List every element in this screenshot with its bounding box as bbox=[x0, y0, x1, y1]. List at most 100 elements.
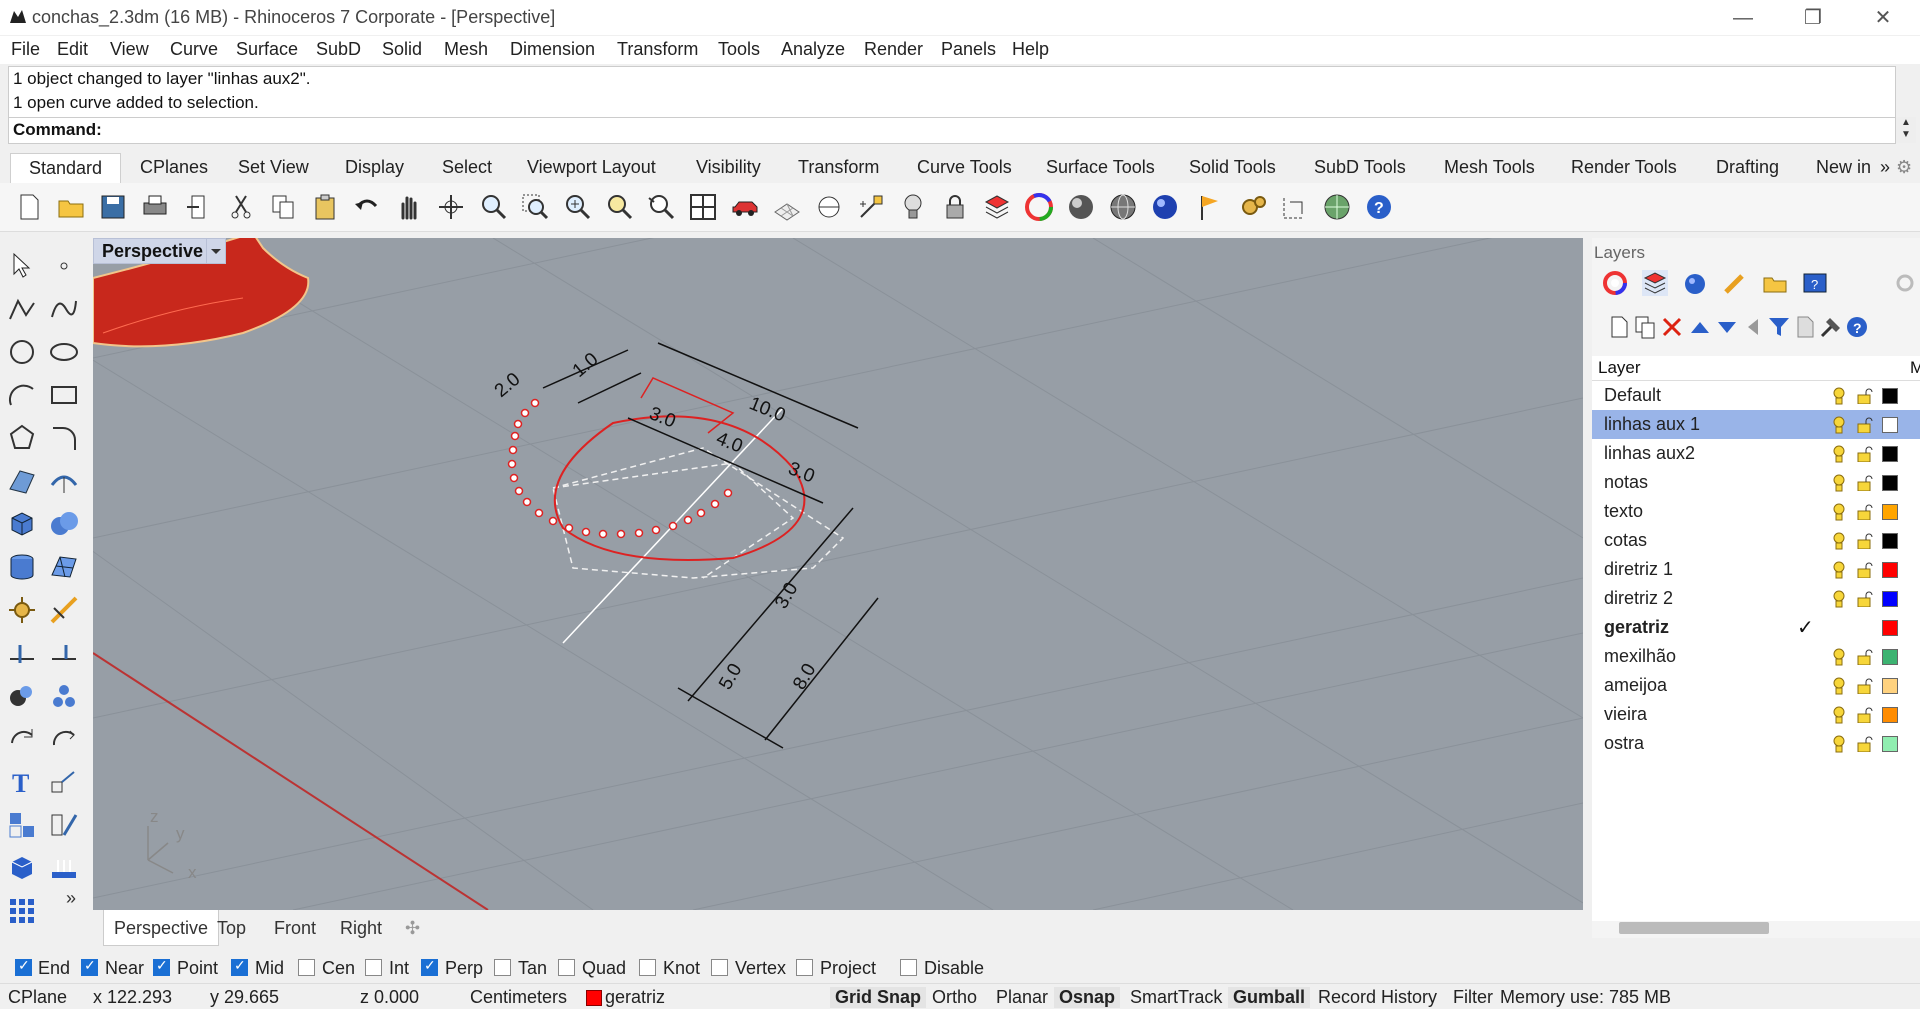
grid-menu-icon[interactable] bbox=[6, 895, 38, 927]
perspective-viewport[interactable]: 10.0 1.0 2.0 3.0 4.0 3.0 3.0 5.0 8.0 z y… bbox=[93, 238, 1583, 910]
layer-column-header[interactable]: Layer bbox=[1598, 358, 1641, 378]
add-viewport-icon[interactable]: ✣ bbox=[405, 918, 420, 939]
menu-transform[interactable]: Transform bbox=[617, 39, 698, 60]
layer-color-swatch[interactable] bbox=[1882, 562, 1898, 578]
grid-plane-icon[interactable] bbox=[772, 192, 802, 222]
unlocked-icon[interactable] bbox=[1857, 388, 1873, 404]
cut-icon[interactable] bbox=[226, 192, 256, 222]
copy-icon[interactable] bbox=[268, 192, 298, 222]
expand-tools-icon[interactable]: » bbox=[66, 888, 76, 909]
layer-color-swatch[interactable] bbox=[1882, 591, 1898, 607]
box-icon[interactable] bbox=[6, 508, 38, 540]
osnap-perp-checkbox[interactable] bbox=[421, 957, 438, 976]
unlocked-icon[interactable] bbox=[1857, 446, 1873, 462]
osnap-perp-label[interactable]: Perp bbox=[445, 958, 483, 979]
viewport-tab-front[interactable]: Front bbox=[274, 918, 316, 939]
layer-row[interactable]: ameijoa bbox=[1592, 671, 1920, 700]
layer-row[interactable]: linhas aux2 bbox=[1592, 439, 1920, 468]
print-icon[interactable] bbox=[140, 192, 170, 222]
flag-icon[interactable] bbox=[1196, 192, 1226, 222]
new-file-icon[interactable] bbox=[14, 192, 44, 222]
osnap-near-checkbox[interactable] bbox=[81, 957, 98, 976]
point-icon[interactable] bbox=[48, 250, 80, 282]
help-icon[interactable]: ? bbox=[1364, 192, 1394, 222]
menu-view[interactable]: View bbox=[110, 39, 149, 60]
zoom-icon[interactable] bbox=[478, 192, 508, 222]
tab-subd-tools[interactable]: SubD Tools bbox=[1314, 157, 1406, 178]
layer-row[interactable]: cotas bbox=[1592, 526, 1920, 555]
distance-icon[interactable] bbox=[814, 192, 844, 222]
polyline-icon[interactable] bbox=[6, 293, 38, 325]
tab-cplanes[interactable]: CPlanes bbox=[140, 157, 208, 178]
rotate-icon[interactable] bbox=[6, 723, 38, 755]
tab-new-in[interactable]: New in bbox=[1816, 157, 1871, 178]
layer-name[interactable]: ameijoa bbox=[1604, 675, 1667, 696]
layers-horizontal-scrollbar[interactable] bbox=[1619, 922, 1769, 934]
restore-button[interactable]: ❐ bbox=[1790, 4, 1836, 32]
menu-panels[interactable]: Panels bbox=[941, 39, 996, 60]
units-indicator[interactable]: Centimeters bbox=[470, 987, 567, 1008]
menu-file[interactable]: File bbox=[11, 39, 40, 60]
trim-icon[interactable] bbox=[48, 594, 80, 626]
panel-gear-icon[interactable] bbox=[1892, 270, 1918, 296]
unlocked-icon[interactable] bbox=[1857, 504, 1873, 520]
cplane-indicator[interactable]: CPlane bbox=[8, 987, 67, 1008]
unlocked-icon[interactable] bbox=[1857, 562, 1873, 578]
rhino-app-icon[interactable] bbox=[8, 7, 28, 27]
new-sublayer-icon[interactable] bbox=[1632, 314, 1658, 340]
rotate-view-icon[interactable] bbox=[436, 192, 466, 222]
arc-icon[interactable] bbox=[6, 379, 38, 411]
current-layer-indicator[interactable]: geratriz bbox=[605, 987, 665, 1008]
light-bulb-icon[interactable] bbox=[1833, 677, 1845, 695]
menu-edit[interactable]: Edit bbox=[57, 39, 88, 60]
light-bulb-icon[interactable] bbox=[1833, 532, 1845, 550]
osnap-tan-checkbox[interactable] bbox=[494, 959, 511, 976]
render-box-icon[interactable] bbox=[6, 852, 38, 884]
menu-tools[interactable]: Tools bbox=[718, 39, 760, 60]
layer-name[interactable]: mexilhão bbox=[1604, 646, 1676, 667]
menu-subd[interactable]: SubD bbox=[316, 39, 361, 60]
filter-toggle[interactable]: Filter bbox=[1453, 987, 1493, 1008]
lock-icon[interactable] bbox=[940, 192, 970, 222]
material-column-header[interactable]: M bbox=[1910, 358, 1920, 378]
move-layer-left-icon[interactable] bbox=[1740, 314, 1766, 340]
layer-color-swatch[interactable] bbox=[1882, 736, 1898, 752]
osnap-disable-label[interactable]: Disable bbox=[924, 958, 984, 979]
layer-name[interactable]: texto bbox=[1604, 501, 1643, 522]
fillet-curves-icon[interactable] bbox=[48, 422, 80, 454]
minimize-button[interactable]: — bbox=[1720, 4, 1766, 32]
unlocked-icon[interactable] bbox=[1857, 591, 1873, 607]
tab-mesh-tools[interactable]: Mesh Tools bbox=[1444, 157, 1535, 178]
viewport-menu-chevron-down-icon[interactable] bbox=[206, 238, 226, 264]
osnap-vertex-label[interactable]: Vertex bbox=[735, 958, 786, 979]
wireframe-sphere-icon[interactable] bbox=[1108, 192, 1138, 222]
osnap-quad-checkbox[interactable] bbox=[558, 959, 575, 976]
layer-row[interactable]: texto bbox=[1592, 497, 1920, 526]
open-folder-icon[interactable] bbox=[56, 192, 86, 222]
planar-toggle[interactable]: Planar bbox=[996, 987, 1048, 1008]
menu-dimension[interactable]: Dimension bbox=[510, 39, 595, 60]
layer-row[interactable]: vieira bbox=[1592, 700, 1920, 729]
command-history[interactable]: 1 object changed to layer "linhas aux2".… bbox=[8, 66, 1896, 118]
unlocked-icon[interactable] bbox=[1857, 678, 1873, 694]
help-tab-icon[interactable]: ? bbox=[1802, 270, 1828, 296]
surface-corner-icon[interactable] bbox=[6, 465, 38, 497]
zoom-window-icon[interactable] bbox=[520, 192, 550, 222]
layer-state-icon[interactable] bbox=[1792, 314, 1818, 340]
layer-name[interactable]: linhas aux2 bbox=[1604, 443, 1695, 464]
layer-color-swatch[interactable] bbox=[1882, 417, 1898, 433]
menu-surface[interactable]: Surface bbox=[236, 39, 298, 60]
light-bulb-icon[interactable] bbox=[1833, 445, 1845, 463]
move-layer-down-icon[interactable] bbox=[1714, 314, 1740, 340]
zoom-extents-icon[interactable] bbox=[562, 192, 592, 222]
layer-help-icon[interactable]: ? bbox=[1844, 314, 1870, 340]
scale-icon[interactable] bbox=[48, 766, 80, 798]
libraries-tab-icon[interactable] bbox=[1762, 270, 1788, 296]
mesh-icon[interactable] bbox=[48, 551, 80, 583]
light-bulb-icon[interactable] bbox=[1833, 416, 1845, 434]
grid-snap-toggle[interactable]: Grid Snap bbox=[830, 987, 927, 1008]
viewport-title[interactable]: Perspective bbox=[93, 238, 213, 264]
layer-name[interactable]: cotas bbox=[1604, 530, 1647, 551]
save-icon[interactable] bbox=[98, 192, 128, 222]
tab-curve-tools[interactable]: Curve Tools bbox=[917, 157, 1012, 178]
